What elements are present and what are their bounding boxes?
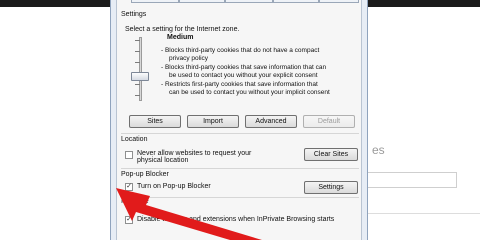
popup-blocker-group-title: Pop-up Blocker <box>121 171 169 178</box>
slider-tick <box>135 40 140 41</box>
internet-options-dialog: Settings Select a setting for the Intern… <box>110 0 368 240</box>
slider-tick <box>135 84 140 85</box>
tab-general[interactable] <box>131 0 179 3</box>
tab-connections[interactable] <box>319 0 359 3</box>
browser-background-field <box>365 172 457 188</box>
privacy-description-line: can be used to contact you without your … <box>169 89 330 96</box>
privacy-slider-track[interactable] <box>139 37 142 101</box>
check-mark-icon: ✓ <box>126 216 132 223</box>
sites-button[interactable]: Sites <box>129 115 181 128</box>
location-checkbox[interactable] <box>125 151 133 159</box>
check-mark-icon: ✓ <box>126 183 132 190</box>
clear-sites-button[interactable]: Clear Sites <box>304 148 358 161</box>
import-button[interactable]: Import <box>187 115 239 128</box>
popup-settings-button[interactable]: Settings <box>304 181 358 194</box>
inprivate-group-title: InPrivate <box>121 198 149 205</box>
privacy-slider-thumb[interactable] <box>131 72 149 81</box>
inprivate-checkbox[interactable]: ✓ <box>125 216 133 224</box>
slider-tick <box>135 62 140 63</box>
privacy-description-line: be used to contact you without your expl… <box>169 72 318 79</box>
group-divider <box>121 168 359 169</box>
location-group-title: Location <box>121 136 148 143</box>
advanced-button[interactable]: Advanced <box>245 115 297 128</box>
tab-privacy[interactable] <box>225 0 273 3</box>
tab-content[interactable] <box>273 0 319 3</box>
group-divider <box>121 197 359 198</box>
location-checkbox-label: physical location <box>137 157 189 164</box>
privacy-description-line: - Restricts first-party cookies that sav… <box>161 81 318 88</box>
settings-group-title: Settings <box>121 11 147 18</box>
privacy-tab-panel: Settings Select a setting for the Intern… <box>116 0 362 240</box>
browser-background-divider <box>367 213 480 214</box>
tab-strip <box>117 0 363 4</box>
popup-blocker-checkbox-label: Turn on Pop-up Blocker <box>137 183 211 190</box>
zone-instruction-text: Select a setting for the Internet zone. <box>125 26 240 33</box>
privacy-level-label: Medium <box>167 34 194 41</box>
slider-tick <box>135 51 140 52</box>
slider-tick <box>135 95 140 96</box>
popup-blocker-checkbox[interactable]: ✓ <box>125 183 133 191</box>
browser-background-text: es <box>372 143 385 157</box>
group-divider <box>121 133 359 134</box>
inprivate-checkbox-label: Disable toolbars and extensions when InP… <box>137 216 335 223</box>
tab-security[interactable] <box>179 0 225 3</box>
privacy-description-line: - Blocks third-party cookies that save i… <box>161 64 327 71</box>
privacy-description-line: - Blocks third-party cookies that do not… <box>161 47 320 54</box>
privacy-description-line: privacy policy <box>169 55 209 62</box>
default-button[interactable]: Default <box>303 115 355 128</box>
